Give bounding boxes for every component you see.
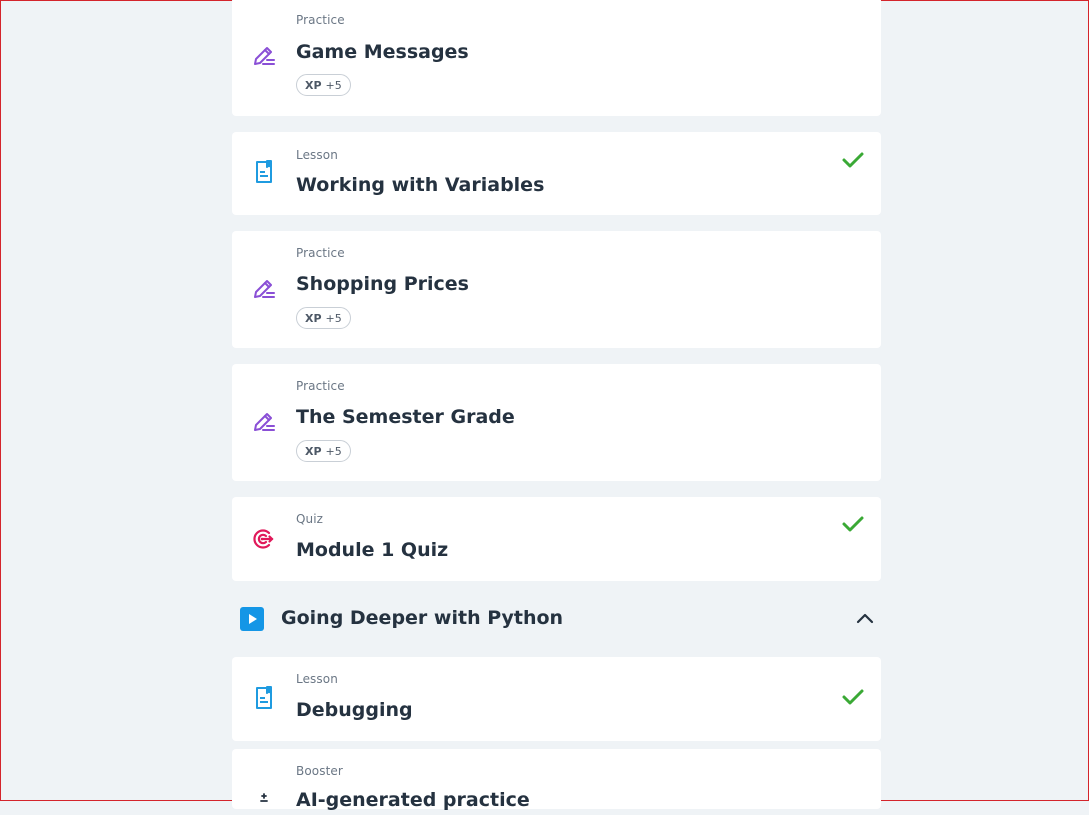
xp-value: +5 <box>325 311 342 325</box>
pencil-lines-icon <box>252 277 276 301</box>
item-title: AI-generated practice <box>296 789 530 811</box>
item-title: Shopping Prices <box>296 273 469 295</box>
item-kind-label: Lesson <box>296 672 338 686</box>
xp-label: XP <box>305 311 322 325</box>
booster-icon <box>252 791 276 815</box>
list-item-booster[interactable]: Booster AI-generated practice <box>232 749 881 811</box>
item-kind-label: Practice <box>296 246 345 260</box>
xp-badge: XP +5 <box>296 74 351 96</box>
xp-label: XP <box>305 78 322 92</box>
list-item-lesson[interactable]: Lesson Debugging <box>232 657 881 741</box>
section-header[interactable]: Going Deeper with Python <box>240 603 881 635</box>
item-kind-label: Booster <box>296 764 343 778</box>
check-icon <box>841 512 865 536</box>
item-title: Game Messages <box>296 41 469 63</box>
xp-value: +5 <box>325 78 342 92</box>
xp-label: XP <box>305 444 322 458</box>
item-kind-label: Quiz <box>296 512 324 526</box>
list-item-practice[interactable]: Practice The Semester Grade XP +5 <box>232 364 881 481</box>
pencil-lines-icon <box>252 44 276 68</box>
item-title: Working with Variables <box>296 174 545 196</box>
target-icon <box>252 527 276 551</box>
xp-value: +5 <box>325 444 342 458</box>
list-item-quiz[interactable]: Quiz Module 1 Quiz <box>232 497 881 581</box>
item-kind-label: Practice <box>296 379 345 393</box>
document-bookmark-icon <box>252 160 276 184</box>
check-icon <box>841 685 865 709</box>
xp-badge: XP +5 <box>296 440 351 462</box>
item-title: Module 1 Quiz <box>296 539 449 561</box>
pencil-lines-icon <box>252 410 276 434</box>
item-title: The Semester Grade <box>296 406 515 428</box>
list-item-practice[interactable]: Practice Game Messages XP +5 <box>232 0 881 116</box>
list-item-lesson[interactable]: Lesson Working with Variables <box>232 132 881 215</box>
item-kind-label: Practice <box>296 13 345 27</box>
check-icon <box>841 148 865 172</box>
play-icon <box>240 607 264 631</box>
item-title: Debugging <box>296 699 413 721</box>
document-bookmark-icon <box>252 686 276 710</box>
chevron-up-icon[interactable] <box>855 609 875 629</box>
item-kind-label: Lesson <box>296 148 338 162</box>
list-item-practice[interactable]: Practice Shopping Prices XP +5 <box>232 231 881 348</box>
xp-badge: XP +5 <box>296 307 351 329</box>
section-title: Going Deeper with Python <box>281 607 564 629</box>
